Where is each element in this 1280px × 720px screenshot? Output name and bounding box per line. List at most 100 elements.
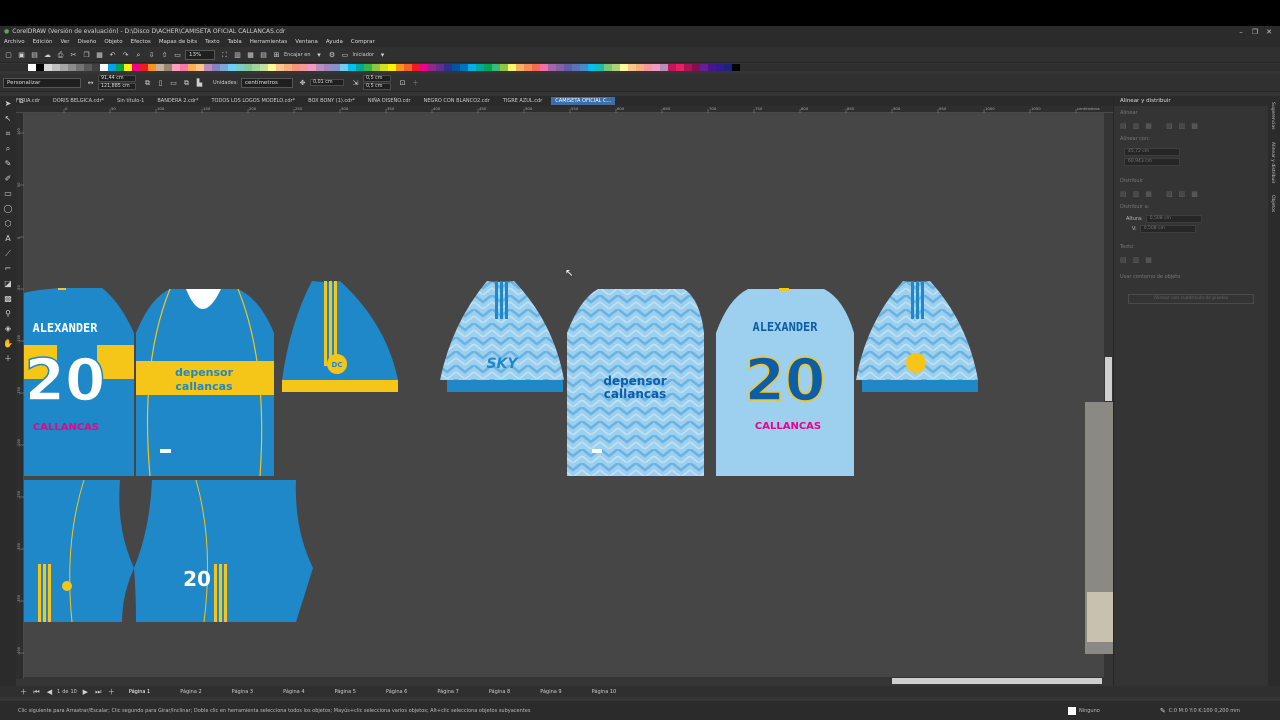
distribute-buttons[interactable]: ▤▥▦ ▧▨▩ [1114, 188, 1268, 200]
text-tool-icon[interactable]: A [0, 231, 16, 246]
color-swatch[interactable] [244, 64, 252, 71]
color-swatch[interactable] [236, 64, 244, 71]
color-swatch[interactable] [612, 64, 620, 71]
color-swatch[interactable] [204, 64, 212, 71]
color-swatch[interactable] [500, 64, 508, 71]
color-swatch[interactable] [428, 64, 436, 71]
outline-checkbox[interactable]: Usar contorno de objeto [1114, 270, 1268, 284]
last-page-icon[interactable]: ⏭ [93, 687, 104, 697]
page-tab[interactable]: Página 5 [335, 689, 356, 695]
page-tab[interactable]: Página 1 [129, 689, 150, 695]
color-swatch[interactable] [412, 64, 420, 71]
color-swatch[interactable] [268, 64, 276, 71]
page-tab[interactable]: Página 9 [540, 689, 561, 695]
ellipse-tool-icon[interactable]: ◯ [0, 201, 16, 216]
blue-sleeve[interactable]: DC [282, 281, 398, 392]
color-swatch[interactable] [540, 64, 548, 71]
color-swatch[interactable] [508, 64, 516, 71]
doc-tab[interactable]: CAMISETA OFICIAL C... [551, 97, 616, 105]
export-icon[interactable]: ⇧ [159, 50, 170, 60]
menu-2[interactable]: Ver [60, 39, 69, 45]
color-swatch[interactable] [228, 64, 236, 71]
color-swatch[interactable] [220, 64, 228, 71]
color-swatch[interactable] [380, 64, 388, 71]
color-swatch[interactable] [212, 64, 220, 71]
horizontal-scrollbar[interactable] [24, 677, 1113, 685]
page-tab[interactable]: Página 4 [283, 689, 304, 695]
all-pages-icon[interactable]: ⧉ [142, 78, 153, 88]
color-swatch[interactable] [396, 64, 404, 71]
open-folder-icon[interactable]: ▣ [16, 50, 27, 60]
launch-dropdown[interactable]: Iniciador [352, 52, 374, 58]
color-swatch[interactable] [116, 64, 124, 71]
color-swatch[interactable] [588, 64, 596, 71]
polygon-tool-icon[interactable]: ⬡ [0, 216, 16, 231]
color-swatch[interactable] [620, 64, 628, 71]
side-tab[interactable]: Objetos [1268, 189, 1277, 218]
doc-tab[interactable]: NEGRO CON BLANCO2.cdr [424, 98, 490, 104]
portrait-icon[interactable]: ▯ [155, 78, 166, 88]
color-swatch[interactable] [124, 64, 132, 71]
color-swatch[interactable] [580, 64, 588, 71]
page-width-field[interactable]: 91,44 cm [98, 75, 136, 82]
add-tool-icon[interactable]: ＋ [0, 351, 16, 366]
duplicate-x-field[interactable]: 0,5 cm [363, 75, 391, 82]
color-swatch[interactable] [660, 64, 668, 71]
text-align-buttons[interactable]: ▤▥▦ [1114, 254, 1268, 266]
color-swatch[interactable] [436, 64, 444, 71]
page-preset-select[interactable]: Personalizar [3, 77, 81, 88]
color-swatch[interactable] [716, 64, 724, 71]
light-sleeve-sky[interactable]: SKY [440, 281, 564, 392]
color-swatch[interactable] [180, 64, 188, 71]
doc-tab[interactable]: NIÑA DISEÑO.cdr [368, 98, 411, 104]
restore-button[interactable]: ❐ [1248, 28, 1262, 36]
zoom-level-select[interactable]: 13% [185, 49, 215, 60]
color-swatch[interactable] [676, 64, 684, 71]
connector-tool-icon[interactable]: ⌐ [0, 261, 16, 276]
next-page-icon[interactable]: ▶ [80, 687, 91, 697]
color-swatch[interactable] [140, 64, 148, 71]
zoom-tool-icon[interactable]: ⌕ [0, 141, 16, 156]
menu-3[interactable]: Diseño [77, 39, 96, 45]
align-y-field[interactable]: 60,943 cm [1124, 158, 1180, 166]
interactive-fill-icon[interactable]: ◈ [0, 321, 16, 336]
menu-0[interactable]: Archivo [4, 39, 25, 45]
color-swatch[interactable] [76, 64, 84, 71]
side-tab[interactable]: Alinear y distribuir [1268, 136, 1277, 189]
color-swatch[interactable] [492, 64, 500, 71]
color-swatch[interactable] [164, 64, 172, 71]
color-swatch[interactable] [260, 64, 268, 71]
nudge-field[interactable]: 0,01 cm [310, 79, 344, 86]
color-swatch[interactable] [684, 64, 692, 71]
color-swatch[interactable] [52, 64, 60, 71]
doc-tab[interactable]: DORIS BELGICA.cdr* [53, 98, 104, 104]
parallel-dimension-icon[interactable]: ⟋ [0, 246, 16, 261]
grid-icon[interactable]: ▦ [245, 50, 256, 60]
page-tab[interactable]: Página 2 [180, 689, 201, 695]
page-height-field[interactable]: 121,885 cm [98, 83, 136, 90]
doc-tab[interactable]: BANDERA 2.cdr* [157, 98, 198, 104]
launch-icon[interactable]: ▭ [339, 50, 350, 60]
menu-7[interactable]: Texto [205, 39, 220, 45]
color-swatch[interactable] [476, 64, 484, 71]
color-swatch[interactable] [340, 64, 348, 71]
gear-icon[interactable]: ⚙ [326, 50, 337, 60]
color-swatch[interactable] [468, 64, 476, 71]
prev-page-icon[interactable]: ◀ [44, 687, 55, 697]
color-swatch[interactable] [332, 64, 340, 71]
color-swatch[interactable] [92, 64, 100, 71]
menu-6[interactable]: Mapas de bits [159, 39, 197, 45]
menu-4[interactable]: Objeto [104, 39, 122, 45]
color-swatch[interactable] [556, 64, 564, 71]
search-icon[interactable]: ⌕ [133, 50, 144, 60]
color-swatch[interactable] [404, 64, 412, 71]
landscape-icon[interactable]: ▭ [168, 78, 179, 88]
menu-12[interactable]: Comprar [351, 39, 375, 45]
cloud-icon[interactable]: ☁ [42, 50, 53, 60]
add-icon[interactable]: ＋ [410, 78, 421, 88]
page-border-icon[interactable]: ⊡ [397, 78, 408, 88]
chevron-down-icon[interactable]: ▾ [313, 50, 324, 60]
light-jersey-front[interactable]: ALEXANDER 20 CALLANCAS [716, 288, 854, 476]
color-swatch[interactable] [60, 64, 68, 71]
menu-10[interactable]: Ventana [295, 39, 318, 45]
